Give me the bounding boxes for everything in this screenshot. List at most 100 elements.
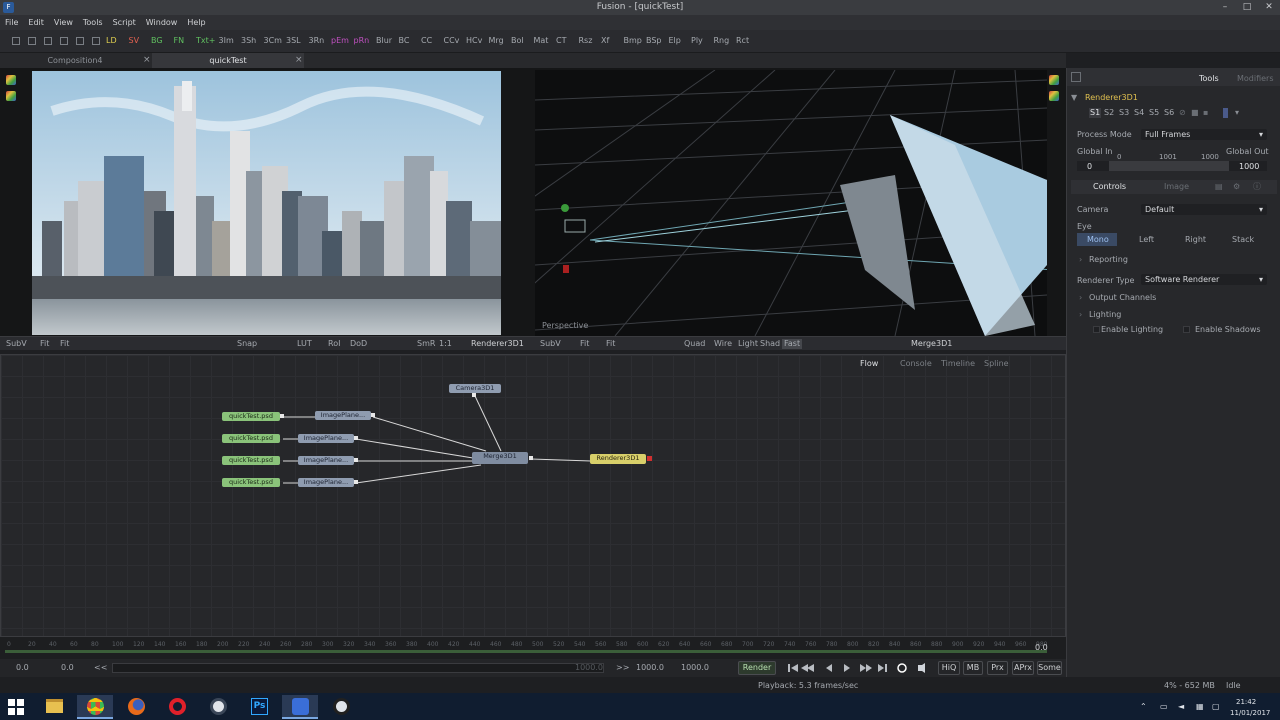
toolbar-button-bsp[interactable]: BSp (646, 36, 662, 46)
enable-lighting-checkbox[interactable] (1093, 326, 1100, 333)
prx-button[interactable]: Prx (987, 661, 1008, 675)
hiq-button[interactable]: HiQ (938, 661, 960, 675)
menu-help[interactable]: Help (182, 15, 210, 30)
global-out-value[interactable]: 1000 (1239, 162, 1259, 172)
global-end-field[interactable]: 1000.0 (681, 663, 709, 673)
merge3d-node[interactable]: Merge3D1 (472, 452, 528, 464)
maximize-icon[interactable]: □ (1240, 0, 1254, 15)
toolbar-button-hcv[interactable]: HCv (466, 36, 482, 46)
global-start-field[interactable]: 0.0 (16, 663, 29, 673)
fit-button[interactable]: Fit (606, 339, 615, 349)
node-output-port[interactable] (371, 413, 375, 417)
quad-button[interactable]: Quad (684, 339, 705, 349)
menu-script[interactable]: Script (108, 15, 141, 30)
eye-left-button[interactable]: Left (1139, 235, 1154, 245)
toolbar-button-pem[interactable]: pEm (331, 36, 349, 46)
tab-tools[interactable]: Tools (1199, 74, 1219, 84)
toolbar-button-rct[interactable]: Rct (736, 36, 749, 46)
node-color-swatch[interactable] (1223, 108, 1228, 118)
toolbar-button-3cm[interactable]: 3Cm (264, 36, 282, 46)
slot-s2[interactable]: S2 (1104, 108, 1114, 118)
subv-button[interactable]: SubV (540, 339, 561, 349)
fit-button[interactable]: Fit (40, 339, 49, 349)
viewer-color-icon[interactable] (6, 75, 16, 85)
toolbar-button-xf[interactable]: Xf (601, 36, 609, 46)
keyboard-icon[interactable]: ▦ (1196, 702, 1204, 711)
scroll-left-button[interactable]: << (94, 663, 107, 673)
toolbar-button-blur[interactable]: Blur (376, 36, 392, 46)
settings-icon[interactable]: ▤ (1215, 182, 1223, 192)
dod-button[interactable]: DoD (350, 339, 367, 349)
menu-edit[interactable]: Edit (23, 15, 49, 30)
layout-icon[interactable] (44, 37, 52, 45)
left-viewer-image[interactable] (32, 71, 501, 335)
network-icon[interactable]: ▭ (1160, 702, 1168, 711)
file-explorer-icon[interactable] (36, 695, 72, 719)
wire-button[interactable]: Wire (714, 339, 732, 349)
ratio-button[interactable]: 1:1 (439, 339, 452, 349)
menu-tools[interactable]: Tools (78, 15, 108, 30)
obs-icon[interactable] (323, 695, 359, 719)
node-output-port[interactable] (354, 458, 358, 462)
toolbar-button-cc[interactable]: CC (421, 36, 432, 46)
toolbar-button-mat[interactable]: Mat (534, 36, 549, 46)
right-viewer-3d[interactable]: Perspective (535, 70, 1047, 336)
imageplane-node[interactable]: ImagePlane... (298, 478, 354, 487)
viewer-color-icon[interactable] (1049, 75, 1059, 85)
menu-view[interactable]: View (49, 15, 78, 30)
fit-button[interactable]: Fit (580, 339, 589, 349)
node-output-port[interactable] (354, 436, 358, 440)
fusion-icon[interactable] (282, 695, 318, 719)
layout-icon[interactable] (28, 37, 36, 45)
camera3d-node[interactable]: Camera3D1 (449, 384, 501, 393)
node-output-port[interactable] (280, 414, 284, 418)
output-channels-section[interactable]: Output Channels (1089, 293, 1156, 303)
slot-s4[interactable]: S4 (1134, 108, 1144, 118)
toolbar-button-3rn[interactable]: 3Rn (309, 36, 325, 46)
loader-node[interactable]: quickTest.psd (222, 456, 280, 465)
smr-button[interactable]: SmR (417, 339, 435, 349)
collapse-icon[interactable]: ▼ (1071, 93, 1077, 103)
toolbar-button-elp[interactable]: Elp (669, 36, 681, 46)
fit-button[interactable]: Fit (60, 339, 69, 349)
toolbar-button-3im[interactable]: 3Im (219, 36, 234, 46)
info-icon[interactable]: ⓘ (1253, 182, 1261, 192)
layout-icon[interactable] (76, 37, 84, 45)
lut-button[interactable]: LUT (297, 339, 312, 349)
toolbar-button-bmp[interactable]: Bmp (624, 36, 642, 46)
loader-node[interactable]: quickTest.psd (222, 412, 280, 421)
tab-timeline[interactable]: Timeline (941, 359, 975, 369)
toolbar-button-prn[interactable]: pRn (354, 36, 370, 46)
toolbar-button-rsz[interactable]: Rsz (579, 36, 593, 46)
tab-modifiers[interactable]: Modifiers (1237, 74, 1274, 84)
photoshop-icon[interactable]: Ps (241, 695, 277, 719)
tab-spline[interactable]: Spline (984, 359, 1009, 369)
viewer-color-icon[interactable] (1049, 91, 1059, 101)
light-button[interactable]: Light (738, 339, 758, 349)
imageplane-node[interactable]: ImagePlane... (298, 434, 354, 443)
renderer3d-node[interactable]: Renderer3D1 (590, 454, 646, 464)
chrome-icon[interactable] (77, 695, 113, 719)
toolbar-button-fn[interactable]: FN (174, 36, 185, 46)
loader-node[interactable]: quickTest.psd (222, 478, 280, 487)
gear-icon[interactable]: ⚙ (1233, 182, 1240, 192)
lighting-section[interactable]: Lighting (1089, 310, 1121, 320)
lock-icon[interactable]: ■ (1191, 108, 1199, 118)
toolbar-button-3sl[interactable]: 3SL (286, 36, 301, 46)
toolbar-button-ct[interactable]: CT (556, 36, 566, 46)
fast-button[interactable]: Fast (782, 339, 803, 349)
tab-image[interactable]: Image (1164, 182, 1189, 192)
toolbar-button-ld[interactable]: LD (106, 36, 117, 46)
viewer-color-icon[interactable] (6, 91, 16, 101)
renderer-type-dropdown[interactable]: Software Renderer ▾ (1141, 274, 1267, 285)
slot-s5[interactable]: S5 (1149, 108, 1159, 118)
roi-button[interactable]: RoI (328, 339, 340, 349)
expand-icon[interactable]: › (1079, 293, 1082, 303)
imageplane-node[interactable]: ImagePlane... (298, 456, 354, 465)
subv-button[interactable]: SubV (6, 339, 27, 349)
render-button[interactable]: Render (738, 661, 776, 675)
toolbar-button-txt[interactable]: Txt+ (196, 36, 215, 46)
render-start-field[interactable]: 0.0 (61, 663, 74, 673)
toolbar-button-mrg[interactable]: Mrg (489, 36, 504, 46)
close-tab-icon[interactable]: × (143, 53, 151, 68)
